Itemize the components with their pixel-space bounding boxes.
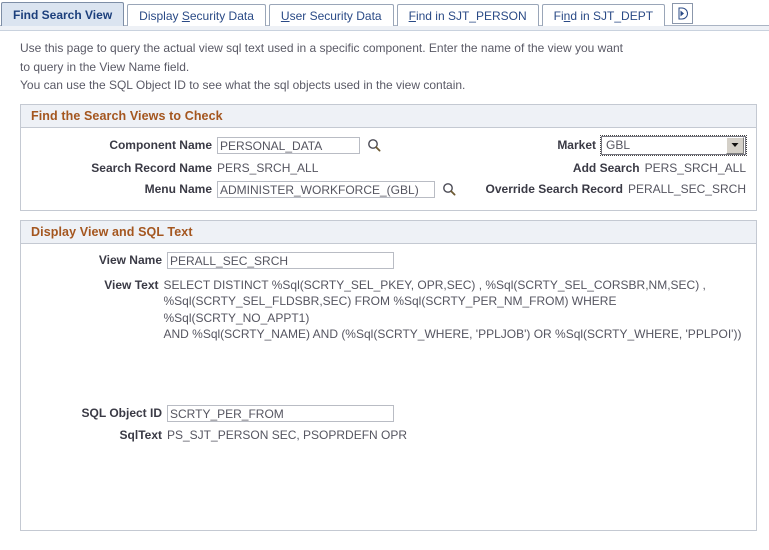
add-search-field-group: Add Search PERS_SRCH_ALL	[457, 161, 750, 175]
tab-find-search-view[interactable]: Find Search View	[1, 2, 125, 26]
sqltext-value: PS_SJT_PERSON SEC, PSOPRDEFN OPR	[167, 427, 408, 442]
field-row-view-name: View Name PERALL_SEC_SRCH	[27, 251, 750, 269]
component-name-input[interactable]: PERSONAL_DATA	[217, 136, 360, 154]
instruction-line-1: Use this page to query the actual view s…	[20, 41, 623, 55]
view-text-value: SELECT DISTINCT %Sql(SCRTY_SEL_PKEY, OPR…	[163, 277, 742, 342]
view-name-input[interactable]: PERALL_SEC_SRCH	[167, 251, 394, 269]
field-row-component-market: Component Name PERSONAL_DATA Market GBL	[27, 134, 750, 156]
market-select[interactable]: GBL	[600, 134, 747, 156]
instruction-line-3: You can use the SQL Object ID to see wha…	[20, 78, 466, 92]
next-tabs-arrow-icon[interactable]	[672, 3, 694, 24]
tab-label: Find in SJT_PERSON	[408, 9, 527, 23]
override-search-record-value: PERALL_SEC_SRCH	[627, 182, 746, 196]
chevron-down-icon[interactable]	[726, 136, 744, 154]
magnifier-lookup-icon[interactable]	[440, 181, 457, 198]
tab-user-security-data[interactable]: User Security Data	[268, 4, 394, 26]
view-text-label: View Text	[104, 277, 159, 292]
component-name-label: Component Name	[109, 138, 212, 152]
panel-bottom-spacer	[27, 442, 750, 520]
page-body: Use this page to query the actual view s…	[0, 39, 769, 531]
tab-label: Display Security Data	[139, 9, 254, 23]
field-row-menu-override: Menu Name ADMINISTER_WORKFORCE_(GBL) Ove…	[27, 180, 750, 198]
component-name-field-group: Component Name PERSONAL_DATA	[27, 136, 457, 154]
tab-label: Find Search View	[13, 8, 113, 22]
override-search-record-field-group: Override Search Record PERALL_SEC_SRCH	[457, 182, 750, 196]
field-row-search-record-add-search: Search Record Name PERS_SRCH_ALL Add Sea…	[27, 161, 750, 175]
market-field-group: Market GBL	[457, 134, 750, 156]
page-instructions: Use this page to query the actual view s…	[20, 39, 757, 95]
menu-name-field-group: Menu Name ADMINISTER_WORKFORCE_(GBL)	[27, 180, 457, 198]
search-record-name-value: PERS_SRCH_ALL	[217, 160, 319, 175]
find-search-views-panel-title: Find the Search Views to Check	[21, 104, 756, 128]
sqltext-label: SqlText	[119, 427, 162, 442]
tab-label: User Security Data	[280, 9, 382, 23]
tab-bar: Find Search View Display Security Data U…	[0, 0, 769, 31]
tab-display-security-data[interactable]: Display Security Data	[127, 4, 266, 26]
tab-find-in-sjt-person[interactable]: Find in SJT_PERSON	[396, 4, 539, 26]
instruction-line-2: to query in the View Name field.	[20, 59, 190, 74]
add-search-label: Add Search	[572, 160, 640, 175]
override-search-record-label: Override Search Record	[485, 182, 623, 196]
field-row-sqltext: SqlText PS_SJT_PERSON SEC, PSOPRDEFN OPR	[27, 428, 750, 442]
display-view-sql-panel-body: View Name PERALL_SEC_SRCH View Text SELE…	[21, 244, 756, 530]
add-search-value: PERS_SRCH_ALL	[644, 160, 746, 175]
tab-label: Find in SJT_DEPT	[553, 9, 654, 23]
search-record-name-label: Search Record Name	[91, 160, 212, 175]
menu-name-label: Menu Name	[144, 182, 212, 196]
market-select-value: GBL	[606, 138, 631, 152]
field-row-sql-object-id: SQL Object ID SCRTY_PER_FROM	[27, 404, 750, 422]
market-label: Market	[557, 138, 596, 152]
field-row-view-text: View Text SELECT DISTINCT %Sql(SCRTY_SEL…	[27, 277, 750, 343]
display-view-sql-panel: Display View and SQL Text View Name PERA…	[20, 219, 757, 531]
find-search-views-panel-body: Component Name PERSONAL_DATA Market GBL	[21, 128, 756, 210]
sql-object-id-label: SQL Object ID	[81, 406, 162, 420]
sql-object-id-input[interactable]: SCRTY_PER_FROM	[167, 404, 394, 422]
search-record-name-field-group: Search Record Name PERS_SRCH_ALL	[27, 161, 457, 175]
find-search-views-panel: Find the Search Views to Check Component…	[20, 103, 757, 211]
menu-name-input[interactable]: ADMINISTER_WORKFORCE_(GBL)	[217, 180, 435, 198]
tab-find-in-sjt-dept[interactable]: Find in SJT_DEPT	[541, 4, 666, 26]
view-name-label: View Name	[98, 253, 162, 267]
display-view-sql-panel-title: Display View and SQL Text	[21, 220, 756, 244]
magnifier-lookup-icon[interactable]	[365, 137, 382, 154]
sql-text-spacer	[27, 343, 750, 405]
